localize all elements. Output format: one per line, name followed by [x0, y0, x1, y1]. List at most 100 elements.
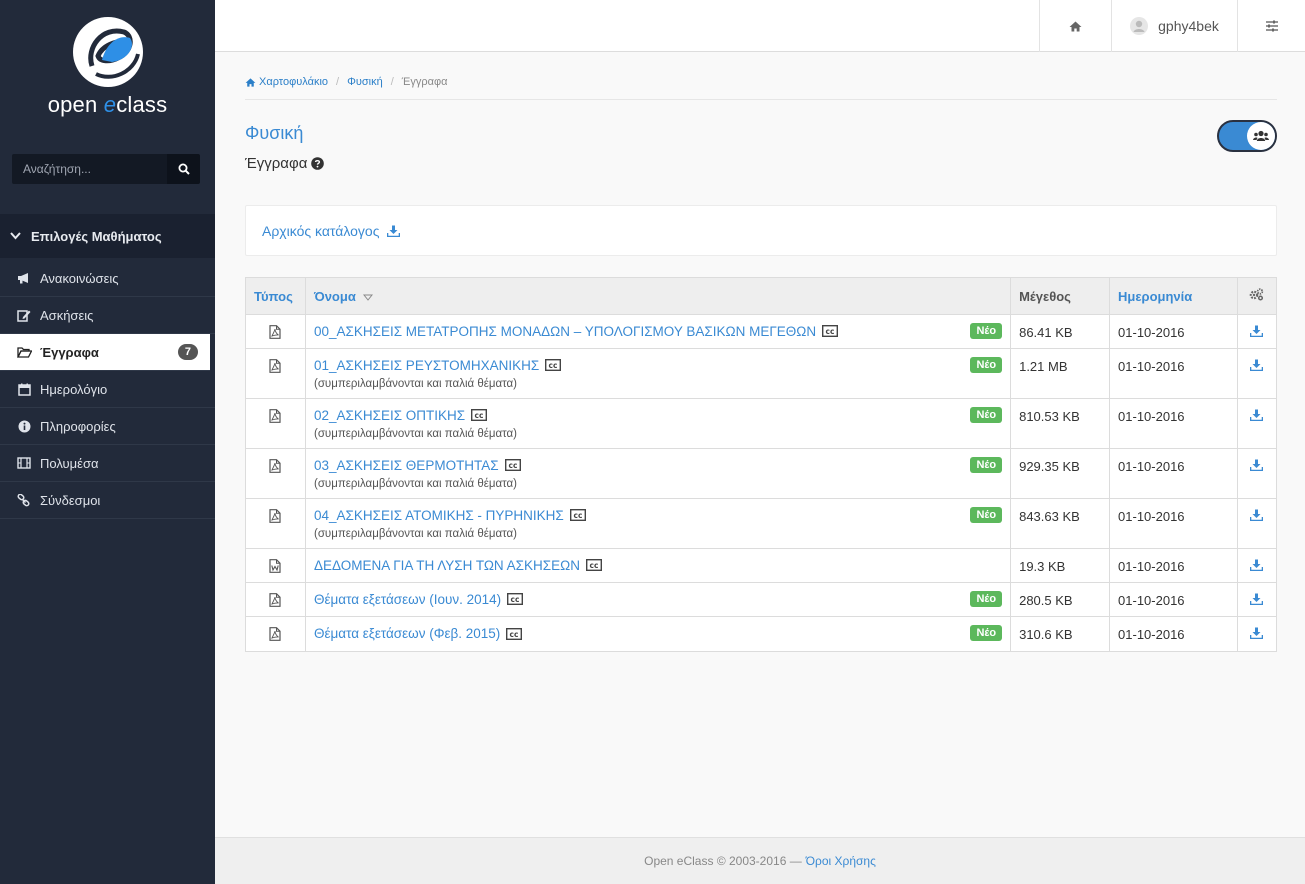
section-title: Έγγραφα [245, 155, 325, 172]
download-icon[interactable] [1250, 359, 1264, 374]
film-icon [16, 457, 32, 469]
table-row: 00_ΑΣΚΗΣΕΙΣ ΜΕΤΑΤΡΟΠΗΣ ΜΟΝΑΔΩΝ – ΥΠΟΛΟΓΙ… [245, 313, 1278, 350]
file-date: 01-10-2016 [1109, 548, 1238, 584]
settings-button[interactable] [1237, 0, 1305, 52]
pdf-file-icon [269, 509, 282, 526]
users-icon [1253, 130, 1269, 141]
file-size: 843.63 KB [1010, 498, 1111, 550]
documents-table-body: 00_ΑΣΚΗΣΕΙΣ ΜΕΤΑΤΡΟΠΗΣ ΜΟΝΑΔΩΝ – ΥΠΟΛΟΓΙ… [245, 313, 1278, 652]
search-button[interactable] [167, 154, 200, 184]
user-menu[interactable]: gphy4bek [1111, 0, 1237, 52]
new-badge: Νέο [970, 591, 1003, 608]
breadcrumb-separator: / [336, 76, 340, 88]
info-icon [16, 420, 32, 433]
file-actions-cell [1236, 616, 1278, 652]
file-date: 01-10-2016 [1109, 348, 1238, 400]
breadcrumb-current: Έγγραφα [401, 76, 448, 88]
table-row: 02_ΑΣΚΗΣΕΙΣ ΟΠΤΙΚΗΣ cc (συμπεριλαμβάνονται… [245, 398, 1278, 450]
course-title[interactable]: Φυσική [245, 123, 303, 144]
menu-header-label: Επιλογές Μαθήματος [31, 228, 162, 244]
home-button[interactable] [1039, 0, 1111, 52]
file-date: 01-10-2016 [1109, 448, 1238, 500]
column-header-date[interactable]: Ημερομηνία [1109, 277, 1238, 315]
creative-commons-icon[interactable]: cc [506, 627, 523, 643]
download-icon[interactable] [1250, 459, 1264, 474]
sidebar-item-links[interactable]: Σύνδεσμοι [0, 482, 215, 519]
sidebar-item-info[interactable]: Πληροφορίες [0, 408, 215, 445]
download-icon[interactable] [1250, 325, 1264, 340]
file-name-cell: 01_ΑΣΚΗΣΕΙΣ ΡΕΥΣΤΟΜΗΧΑΝΙΚΗΣ cc (συμπεριλαμ… [304, 348, 1012, 400]
sidebar-item-exercises[interactable]: Ασκήσεις [0, 297, 215, 334]
file-actions-cell [1236, 448, 1278, 500]
eclass-logo-icon [72, 17, 143, 87]
file-size: 86.41 KB [1010, 313, 1111, 350]
download-icon[interactable] [1250, 559, 1264, 574]
search-icon [178, 163, 190, 175]
toggle-knob [1247, 122, 1275, 150]
sidebar-item-documents[interactable]: Έγγραφα 7 [0, 334, 210, 371]
breadcrumb-course[interactable]: Φυσική [347, 76, 383, 88]
download-icon[interactable] [387, 225, 401, 237]
sidebar-item-label: Σύνδεσμοι [40, 492, 101, 508]
file-actions-cell [1236, 313, 1278, 350]
file-description: (συμπεριλαμβάνονται και παλιά θέματα) [313, 528, 518, 541]
breadcrumb-portfolio[interactable]: Χαρτοφυλάκιο [259, 76, 328, 88]
file-link[interactable]: 01_ΑΣΚΗΣΕΙΣ ΡΕΥΣΤΟΜΗΧΑΝΙΚΗΣ [314, 358, 539, 373]
course-menu: Ανακοινώσεις Ασκήσεις Έγγραφα 7 Ημερολόγ… [0, 260, 215, 519]
file-size: 280.5 KB [1010, 582, 1111, 618]
file-link[interactable]: Θέματα εξετάσεων (Ιουν. 2014) [314, 592, 501, 607]
download-icon[interactable] [1250, 509, 1264, 524]
logo-text: open eclass [47, 92, 168, 117]
table-row: ΔΕΔΟΜΕΝΑ ΓΙΑ ΤΗ ΛΥΣΗ ΤΩΝ ΑΣΚΗΣΕΩΝ cc 19.3 … [245, 548, 1278, 584]
topbar: gphy4bek [215, 0, 1305, 52]
creative-commons-icon[interactable]: cc [504, 459, 521, 474]
sidebar-item-announcements[interactable]: Ανακοινώσεις [0, 260, 215, 297]
download-icon[interactable] [1250, 409, 1264, 424]
file-type-cell [245, 313, 306, 350]
file-name-cell: Θέματα εξετάσεων (Φεβ. 2015) cc Νέο [304, 616, 1012, 652]
svg-text:cc: cc [511, 595, 520, 604]
file-link[interactable]: 03_ΑΣΚΗΣΕΙΣ ΘΕΡΜΟΤΗΤΑΣ [314, 458, 499, 473]
file-date: 01-10-2016 [1109, 616, 1238, 652]
logo[interactable]: open eclass [0, 0, 215, 135]
creative-commons-icon[interactable]: cc [471, 409, 488, 424]
course-options-toggle[interactable]: Επιλογές Μαθήματος [0, 214, 215, 258]
file-link[interactable]: 02_ΑΣΚΗΣΕΙΣ ΟΠΤΙΚΗΣ [314, 408, 465, 423]
file-name-cell: 00_ΑΣΚΗΣΕΙΣ ΜΕΤΑΤΡΟΠΗΣ ΜΟΝΑΔΩΝ – ΥΠΟΛΟΓΙ… [304, 313, 1012, 350]
sidebar-item-calendar[interactable]: Ημερολόγιο [0, 371, 215, 408]
documents-count-badge: 7 [177, 344, 198, 360]
student-view-toggle[interactable] [1217, 120, 1277, 152]
file-link[interactable]: 04_ΑΣΚΗΣΕΙΣ ΑΤΟΜΙΚΗΣ - ΠΥΡΗΝΙΚΗΣ [314, 508, 564, 523]
file-actions-cell [1236, 398, 1278, 450]
creative-commons-icon[interactable]: cc [507, 593, 524, 608]
column-header-type[interactable]: Τύπος [245, 277, 306, 315]
sort-down-icon [363, 294, 374, 301]
avatar [1130, 17, 1149, 35]
creative-commons-icon[interactable]: cc [585, 559, 602, 574]
search-input[interactable] [12, 154, 167, 184]
new-badge: Νέο [970, 457, 1003, 474]
column-header-size: Μέγεθος [1010, 277, 1111, 315]
download-icon[interactable] [1250, 593, 1264, 608]
creative-commons-icon[interactable]: cc [822, 325, 839, 340]
file-name-cell: 03_ΑΣΚΗΣΕΙΣ ΘΕΡΜΟΤΗΤΑΣ cc (συμπεριλαμβάνον… [304, 448, 1012, 500]
file-link[interactable]: ΔΕΔΟΜΕΝΑ ΓΙΑ ΤΗ ΛΥΣΗ ΤΩΝ ΑΣΚΗΣΕΩΝ [314, 558, 580, 573]
sidebar-item-label: Ημερολόγιο [40, 381, 108, 397]
root-directory-link[interactable]: Αρχικός κατάλογος [262, 223, 379, 239]
file-link[interactable]: 00_ΑΣΚΗΣΕΙΣ ΜΕΤΑΤΡΟΠΗΣ ΜΟΝΑΔΩΝ – ΥΠΟΛΟΓΙ… [314, 324, 816, 339]
download-icon[interactable] [1250, 627, 1264, 642]
svg-text:cc: cc [826, 327, 835, 336]
file-type-cell [245, 582, 306, 618]
column-header-name[interactable]: Όνομα [304, 277, 1012, 315]
sidebar-item-multimedia[interactable]: Πολυμέσα [0, 445, 215, 482]
calendar-icon [16, 383, 32, 396]
file-link[interactable]: Θέματα εξετάσεων (Φεβ. 2015) [314, 626, 500, 641]
help-icon[interactable] [311, 157, 325, 170]
creative-commons-icon[interactable]: cc [569, 509, 586, 524]
svg-text:cc: cc [475, 411, 484, 420]
breadcrumb-separator: / [390, 76, 394, 88]
creative-commons-icon[interactable]: cc [545, 359, 562, 374]
new-badge: Νέο [970, 407, 1003, 424]
terms-of-use-link[interactable]: Όροι Χρήσης [806, 854, 876, 868]
table-row: 03_ΑΣΚΗΣΕΙΣ ΘΕΡΜΟΤΗΤΑΣ cc (συμπεριλαμβάνον… [245, 448, 1278, 500]
